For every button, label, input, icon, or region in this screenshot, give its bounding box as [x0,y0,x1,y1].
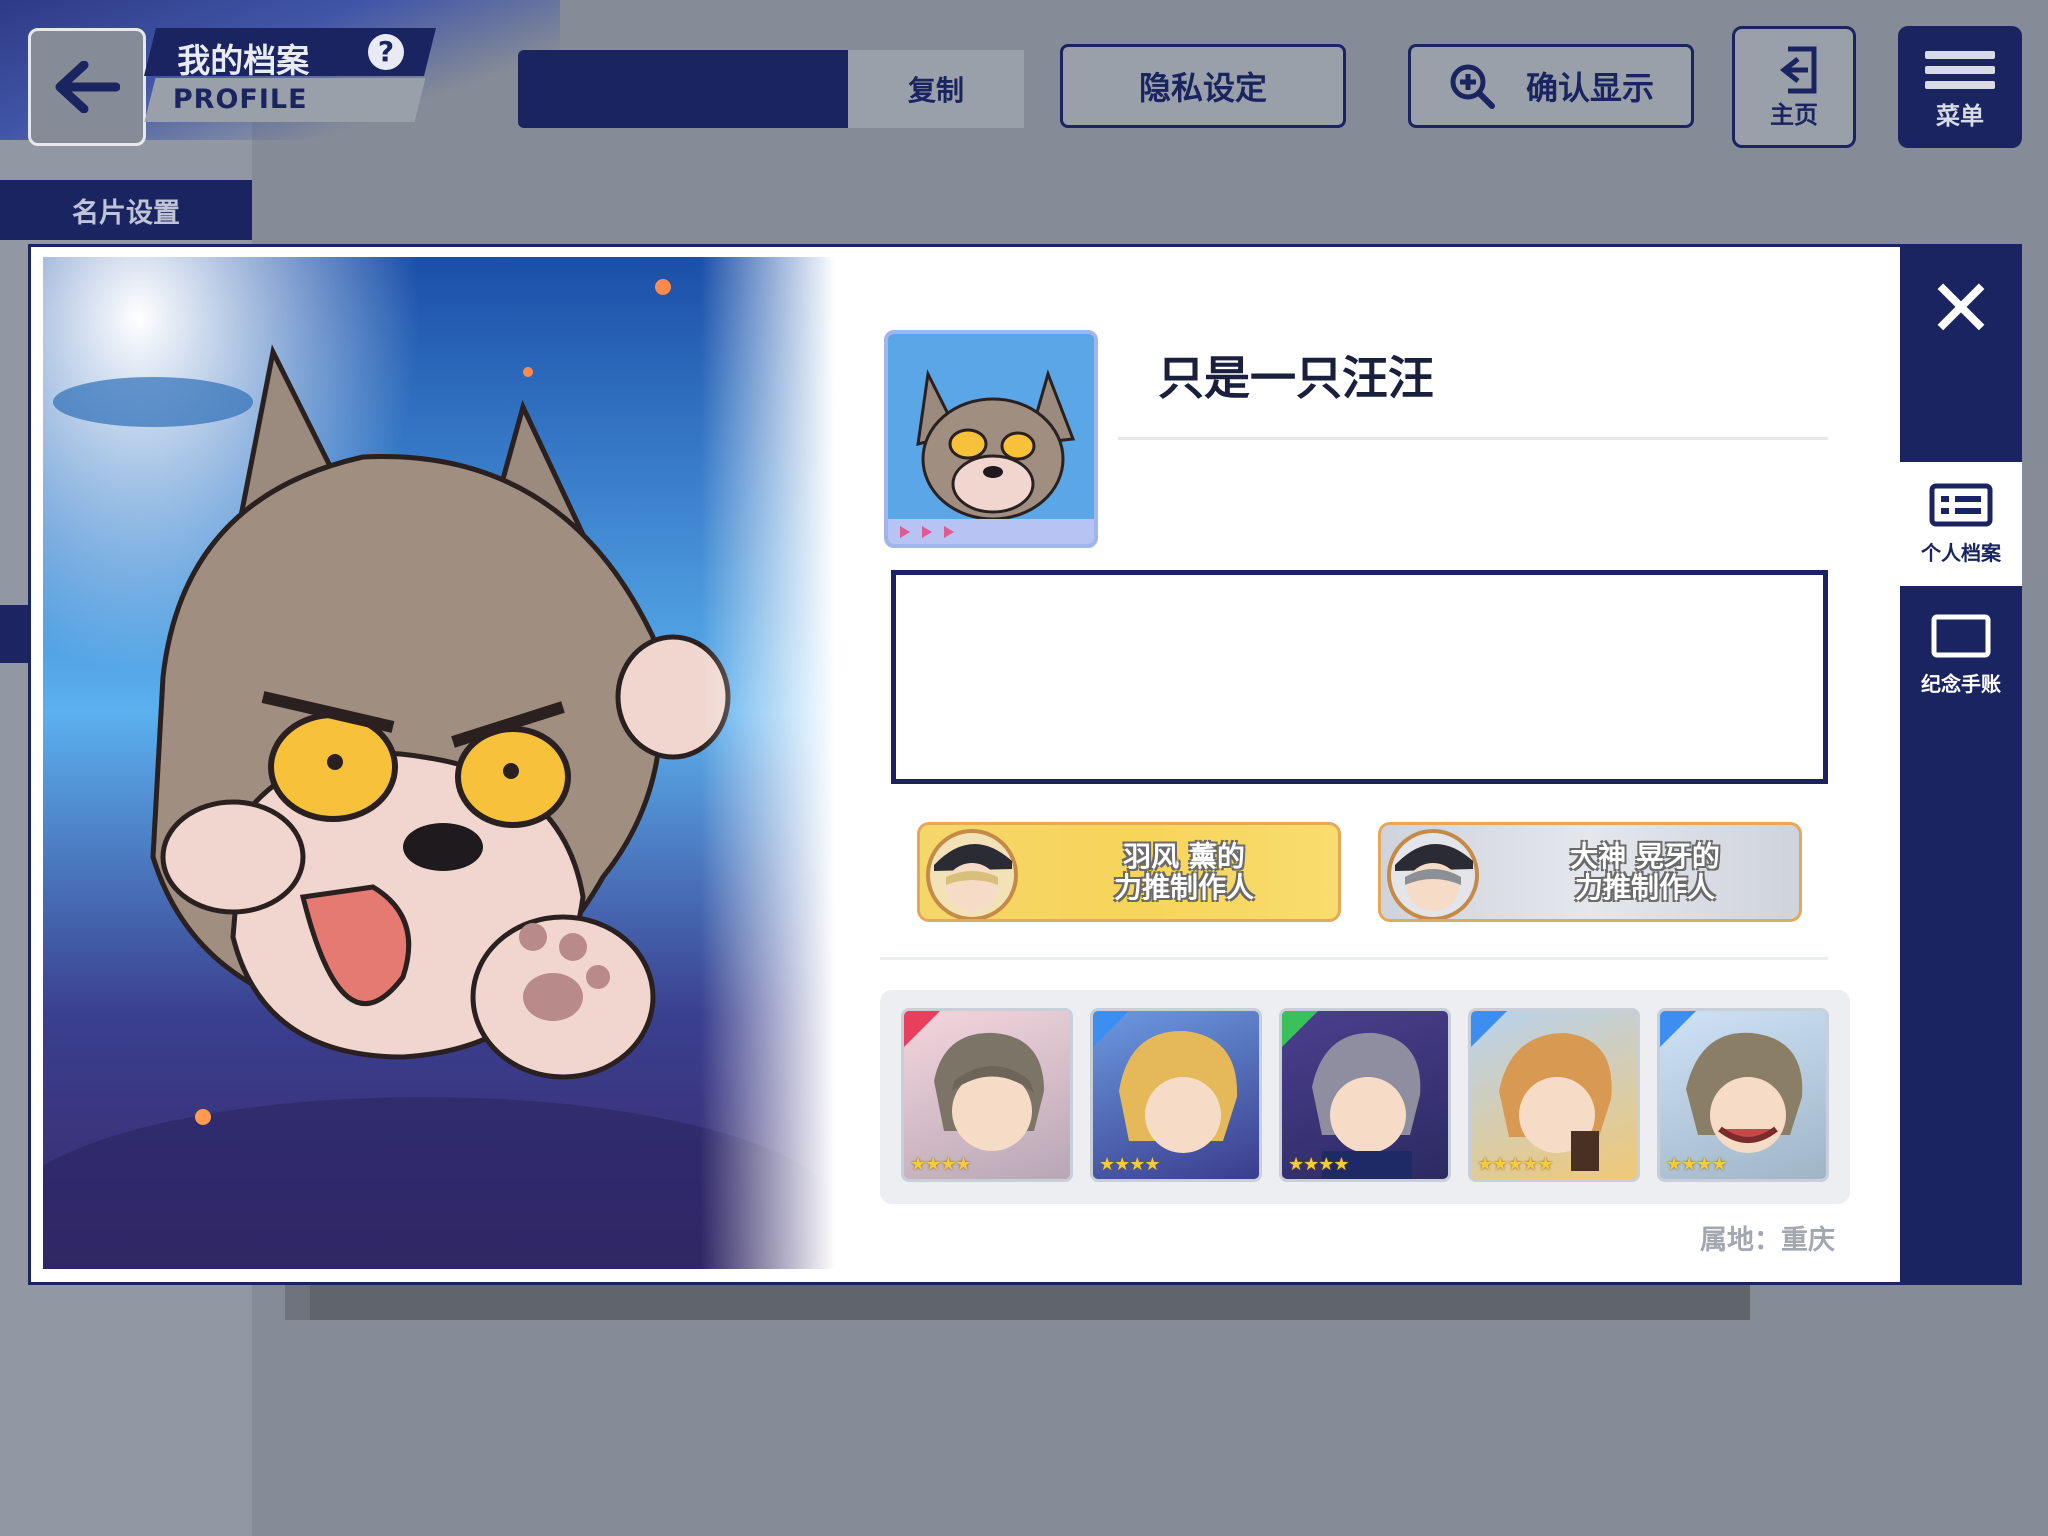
close-icon: ✕ [1927,261,1995,355]
background-tab [0,605,30,663]
menu-icon [1925,44,1995,96]
arrow-left-icon [55,61,120,113]
id-card-icon [1929,483,1993,526]
back-button[interactable] [28,28,146,146]
copy-button[interactable]: 复制 [848,50,1024,128]
bio-field[interactable] [891,570,1828,784]
badge-text: 大神 晃牙的 力推制作人 [1570,840,1720,904]
confirm-display-label: 确认显示 [1525,69,1654,107]
card-slot-1[interactable]: ★★★★ [901,1008,1073,1182]
menu-button[interactable]: 菜单 [1898,26,2022,148]
tab-profile[interactable]: 个人档案 [1900,462,2022,586]
rarity-stars: ★★★★ [910,1154,972,1175]
card-slot-5[interactable]: ★★★★ [1657,1008,1829,1182]
rarity-stars: ★★★★ [1099,1154,1161,1175]
tab-album[interactable]: 纪念手账 [1900,600,2022,710]
card-setting-tab[interactable]: 名片设置 [0,180,252,240]
artwork-fade [700,257,843,1269]
home-exit-icon [1779,46,1817,93]
background-sheet-edge [310,1285,1750,1320]
confirm-display-button[interactable]: 确认显示 [1408,44,1694,128]
menu-label: 菜单 [1936,101,1984,130]
page-title-en: PROFILE [144,78,426,122]
avatar[interactable] [884,330,1098,548]
profile-id-field [518,50,848,128]
help-icon[interactable]: ? [368,34,404,70]
divider [880,957,1828,960]
producer-badge-kaoru[interactable]: 羽风 薰的 力推制作人 [917,822,1341,922]
rarity-stars: ★★★★★ [1477,1154,1554,1175]
rarity-stars: ★★★★ [1666,1154,1728,1175]
card-slot-2[interactable]: ★★★★ [1090,1008,1262,1182]
username: 只是一只汪汪 [1158,351,1434,405]
page-title: 我的档案 ? PROFILE [144,28,436,124]
card-slot-4[interactable]: ★★★★★ [1468,1008,1640,1182]
zoom-in-icon [1450,64,1495,109]
divider [1118,437,1828,440]
card-slot-3[interactable]: ★★★★ [1279,1008,1451,1182]
home-button[interactable]: 主页 [1732,26,1856,148]
close-button[interactable]: ✕ [1900,258,2022,358]
producer-badge-koga[interactable]: 大神 晃牙的 力推制作人 [1378,822,1802,922]
tab-profile-label: 个人档案 [1921,540,2001,565]
location-label: 属地：重庆 [1700,1225,1835,1256]
koga-portrait [1387,829,1479,919]
album-icon [1931,614,1991,657]
tab-album-label: 纪念手账 [1921,671,2001,696]
privacy-settings-button[interactable]: 隐私设定 [1060,44,1346,128]
badge-text: 羽风 薰的 力推制作人 [1113,840,1254,904]
rarity-stars: ★★★★ [1288,1154,1350,1175]
home-label: 主页 [1770,100,1818,129]
kaoru-portrait [926,829,1018,919]
side-nav [1900,244,2022,1285]
